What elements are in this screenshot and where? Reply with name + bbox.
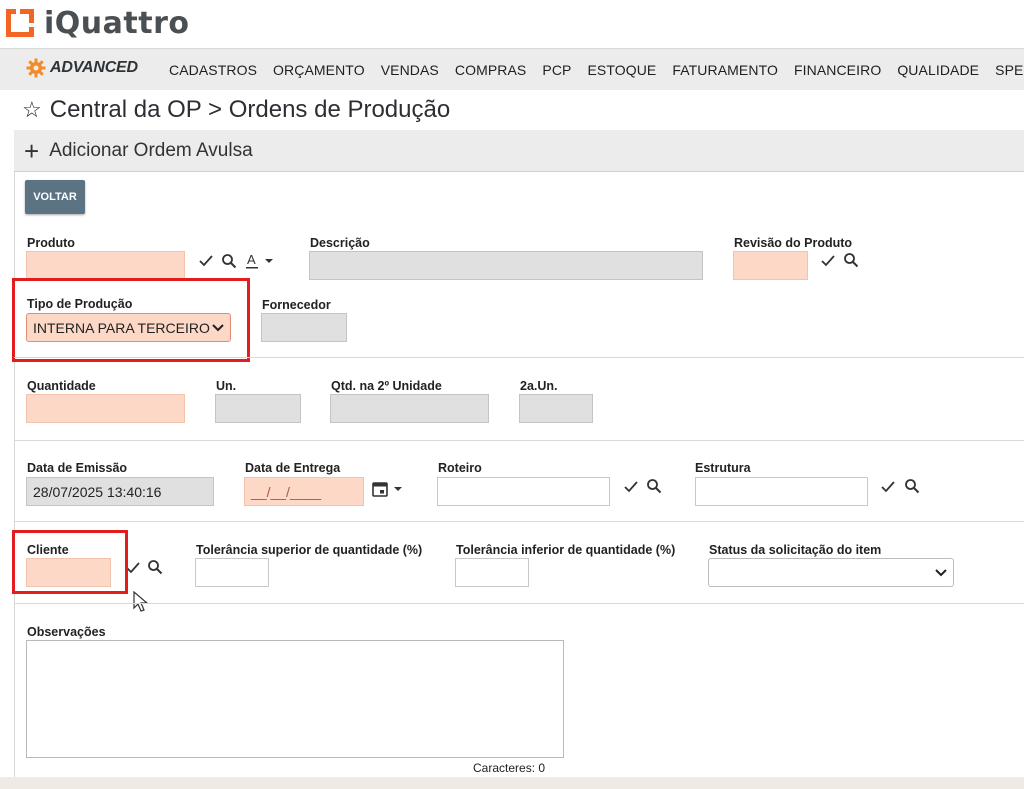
main-navbar: ADVANCED CADASTROS ORÇAMENTO VENDAS COMP… [0, 48, 1024, 90]
tolerancia-superior-label: Tolerância superior de quantidade (%) [196, 543, 423, 557]
brand-label: ADVANCED [50, 59, 138, 76]
star-icon[interactable]: ☆ [22, 97, 42, 123]
tolerancia-inferior-label: Tolerância inferior de quantidade (%) [456, 543, 676, 557]
quantidade-label: Quantidade [27, 379, 96, 393]
descricao-label: Descrição [310, 236, 370, 250]
nav-item-faturamento[interactable]: FATURAMENTO [672, 62, 778, 78]
nav-item-compras[interactable]: COMPRAS [455, 62, 527, 78]
nav-item-pcp[interactable]: PCP [542, 62, 571, 78]
search-icon[interactable] [903, 477, 921, 495]
nav-item-cadastros[interactable]: CADASTROS [169, 62, 257, 78]
section-divider [14, 521, 1024, 522]
svg-text:A: A [247, 252, 256, 267]
revisao-input[interactable] [733, 251, 808, 280]
status-solicitacao-label: Status da solicitação do item [709, 543, 882, 557]
check-icon[interactable] [879, 478, 897, 496]
page-title-text: Central da OP > Ordens de Produção [49, 96, 451, 123]
qtd-2-unidade-label: Qtd. na 2º Unidade [331, 379, 442, 393]
logo-text: iQuattro [44, 5, 190, 41]
check-icon[interactable] [622, 478, 640, 496]
roteiro-input[interactable] [437, 477, 610, 506]
un-input [215, 394, 301, 423]
descricao-input [309, 251, 703, 280]
produto-input[interactable] [26, 251, 185, 280]
nav-item-qualidade[interactable]: QUALIDADE [897, 62, 979, 78]
fornecedor-label: Fornecedor [262, 298, 331, 312]
observacoes-label: Observações [27, 625, 106, 639]
app-logo[interactable]: iQuattro [2, 3, 189, 43]
tolerancia-superior-input[interactable] [195, 558, 269, 587]
page-title: ☆ Central da OP > Ordens de Produção [22, 94, 450, 126]
qtd-2-unidade-input [330, 394, 489, 423]
data-entrega-label: Data de Entrega [245, 461, 341, 475]
search-icon[interactable] [842, 251, 860, 269]
add-order-label: Adicionar Ordem Avulsa [49, 139, 253, 161]
check-icon[interactable] [197, 252, 215, 270]
tolerancia-inferior-input[interactable] [455, 558, 529, 587]
nav-item-sped[interactable]: SPED [995, 62, 1024, 78]
status-solicitacao-select[interactable] [708, 558, 954, 587]
section-divider [14, 440, 1024, 441]
text-format-dropdown-icon[interactable]: A [244, 252, 278, 270]
highlight-box-tipo-producao [12, 278, 250, 362]
data-emissao-input: 28/07/2025 13:40:16 [26, 477, 214, 506]
nav-item-financeiro[interactable]: FINANCEIRO [794, 62, 881, 78]
plus-icon: + [24, 135, 40, 166]
data-emissao-label: Data de Emissão [27, 461, 128, 475]
un-2-input [519, 394, 593, 423]
calendar-dropdown-icon[interactable] [371, 480, 405, 498]
data-entrega-input[interactable]: __/__/____ [244, 477, 364, 506]
section-divider [14, 357, 1024, 358]
voltar-button[interactable]: VOLTAR [25, 180, 85, 214]
produto-label: Produto [27, 236, 75, 250]
advanced-brand[interactable]: ADVANCED [26, 58, 138, 78]
section-divider [14, 603, 1024, 604]
observacoes-textarea[interactable] [26, 640, 564, 758]
quantidade-input[interactable] [26, 394, 185, 423]
estrutura-input[interactable] [695, 477, 868, 506]
character-counter: Caracteres: 0 [473, 761, 546, 775]
check-icon[interactable] [819, 252, 837, 270]
revisao-label: Revisão do Produto [734, 236, 853, 250]
chevron-down-icon [935, 568, 947, 576]
footer-strip [0, 777, 1024, 789]
nav-item-vendas[interactable]: VENDAS [381, 62, 439, 78]
gear-icon [26, 58, 46, 78]
add-order-bar[interactable]: + Adicionar Ordem Avulsa [14, 130, 1024, 172]
un-2-label: 2a.Un. [520, 379, 558, 393]
un-label: Un. [216, 379, 237, 393]
highlight-box-cliente [12, 530, 128, 594]
nav-item-orcamento[interactable]: ORÇAMENTO [273, 62, 365, 78]
search-icon[interactable] [146, 558, 164, 576]
search-icon[interactable] [645, 477, 663, 495]
roteiro-label: Roteiro [438, 461, 482, 475]
nav-menu: CADASTROS ORÇAMENTO VENDAS COMPRAS PCP E… [161, 49, 1024, 91]
mouse-cursor-icon [133, 591, 149, 612]
app-header: iQuattro [0, 0, 1024, 48]
nav-item-estoque[interactable]: ESTOQUE [587, 62, 656, 78]
search-icon[interactable] [220, 252, 238, 270]
estrutura-label: Estrutura [695, 461, 751, 475]
fornecedor-input [261, 313, 347, 342]
iquattro-logo-icon [6, 9, 34, 37]
